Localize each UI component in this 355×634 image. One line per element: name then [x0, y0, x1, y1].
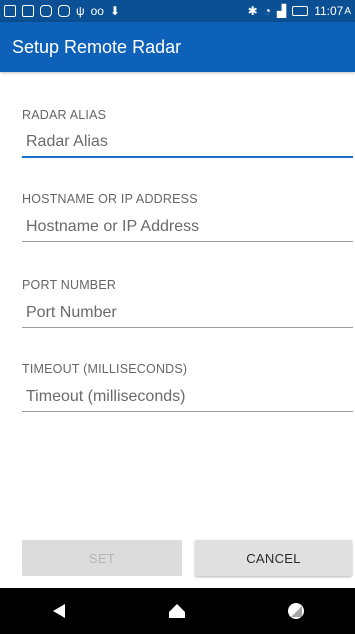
hostname-label: HOSTNAME OR IP ADDRESS: [22, 192, 198, 206]
timeout-input[interactable]: [22, 382, 353, 412]
status-bar: ψ oo ⬇ ✱ ◔ ▟ 11:07 A: [0, 0, 355, 22]
image-icon: [22, 5, 34, 17]
navigation-bar: [0, 588, 355, 634]
system-icons: ✱ ◔ ▟ 11:07 A: [248, 4, 351, 18]
cancel-button[interactable]: CANCEL: [195, 540, 352, 576]
radar-alias-input[interactable]: [22, 128, 353, 158]
signal-icon: ▟: [276, 4, 287, 18]
wifi-icon: ◔: [263, 4, 271, 18]
instagram-icon: [40, 5, 52, 17]
timeout-label: TIMEOUT (MILLISECONDS): [22, 362, 188, 376]
battery-icon: [292, 6, 309, 16]
status-time: 11:07: [314, 4, 344, 18]
back-icon[interactable]: [39, 596, 79, 626]
port-number-input[interactable]: [22, 298, 353, 328]
radar-alias-label: RADAR ALIAS: [22, 108, 107, 122]
port-number-label: PORT NUMBER: [22, 278, 117, 292]
image-icon: [4, 5, 16, 17]
status-time-suffix: A: [344, 5, 351, 17]
notification-icons: ψ oo ⬇: [4, 5, 120, 17]
download-icon: ⬇: [109, 4, 120, 18]
instagram-icon: [58, 5, 70, 17]
home-icon[interactable]: [157, 596, 197, 626]
usb-icon: ψ: [76, 4, 85, 18]
bluetooth-icon: ✱: [247, 4, 258, 18]
voicemail-icon: oo: [90, 4, 104, 18]
recents-icon[interactable]: [276, 596, 316, 626]
app-bar: Setup Remote Radar: [0, 22, 355, 72]
page-title: Setup Remote Radar: [12, 36, 182, 57]
hostname-input[interactable]: [22, 212, 353, 242]
set-button[interactable]: SET: [22, 540, 182, 576]
